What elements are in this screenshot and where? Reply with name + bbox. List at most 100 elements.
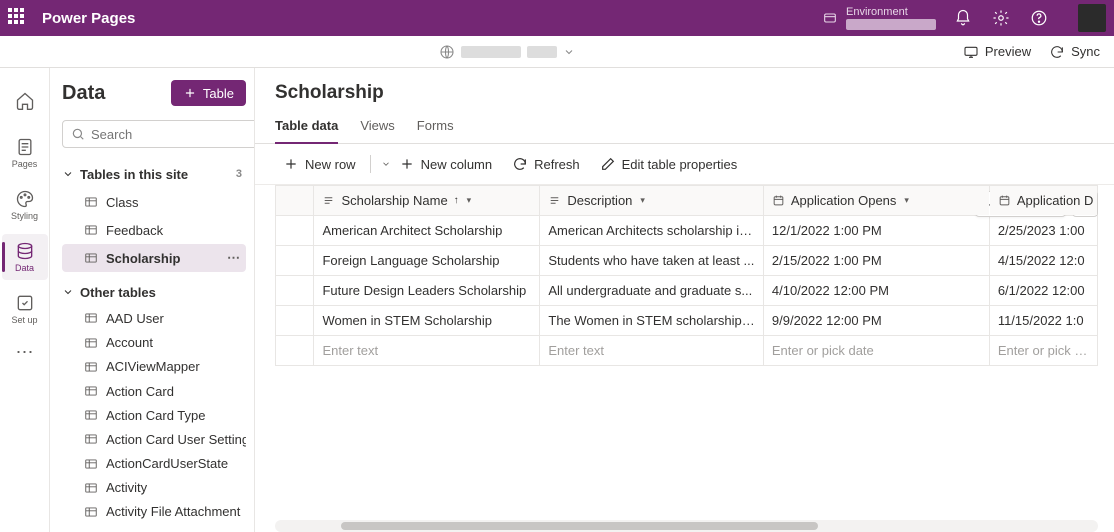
table-row[interactable]: American Architect ScholarshipAmerican A… — [276, 216, 1098, 246]
rail-pages[interactable]: Pages — [2, 130, 48, 176]
rail-styling[interactable]: Styling — [2, 182, 48, 228]
select-all-header[interactable] — [276, 186, 314, 216]
group-other-tables[interactable]: Other tables — [62, 280, 246, 304]
table-icon — [84, 408, 98, 422]
new-row-button[interactable]: New row — [275, 152, 364, 176]
table-item[interactable]: ACIViewMapper — [62, 355, 246, 379]
table-item-feedback[interactable]: Feedback — [62, 216, 246, 244]
col-header-name[interactable]: Scholarship Name ↑ ▾ — [314, 186, 540, 216]
col-header-deadline[interactable]: Application D — [989, 186, 1097, 216]
row-select-cell[interactable] — [276, 246, 314, 276]
scrollbar-thumb[interactable] — [341, 522, 818, 530]
table-icon — [84, 251, 98, 265]
chevron-down-icon[interactable]: ▾ — [467, 195, 472, 206]
cell-name[interactable]: American Architect Scholarship — [314, 216, 540, 246]
cell-opens[interactable]: 4/10/2022 12:00 PM — [763, 276, 989, 306]
group-this-site[interactable]: Tables in this site 3 — [62, 162, 246, 186]
row-select-cell[interactable] — [276, 276, 314, 306]
cell-deadline[interactable]: 2/25/2023 1:00 — [989, 216, 1097, 246]
cell-opens[interactable]: 9/9/2022 12:00 PM — [763, 306, 989, 336]
table-item[interactable]: Action Card Type — [62, 403, 246, 427]
settings-icon[interactable] — [992, 9, 1010, 27]
left-nav-rail: Pages Styling Data Set up ⋯ — [0, 68, 50, 532]
table-item-label: AAD User — [106, 311, 164, 326]
cell-deadline-placeholder[interactable]: Enter or pick dat — [989, 336, 1097, 366]
rail-pages-label: Pages — [12, 159, 38, 169]
edit-properties-button[interactable]: Edit table properties — [592, 152, 746, 176]
table-item-label: ACIViewMapper — [106, 359, 200, 374]
table-item-label: Account — [106, 335, 153, 350]
cell-deadline[interactable]: 4/15/2022 12:0 — [989, 246, 1097, 276]
page-title: Scholarship — [255, 68, 1114, 110]
table-icon — [84, 336, 98, 350]
sort-asc-icon: ↑ — [454, 195, 459, 206]
new-column-button[interactable]: New column — [391, 152, 501, 176]
cell-deadline[interactable]: 6/1/2022 12:00 — [989, 276, 1097, 306]
refresh-button[interactable]: Refresh — [504, 152, 588, 176]
table-row[interactable]: Women in STEM ScholarshipThe Women in ST… — [276, 306, 1098, 336]
help-icon[interactable] — [1030, 9, 1048, 27]
search-input-wrap[interactable] — [62, 120, 255, 148]
rail-setup-label: Set up — [11, 315, 37, 325]
col-header-description[interactable]: Description ▾ — [540, 186, 764, 216]
cell-description[interactable]: All undergraduate and graduate s... — [540, 276, 764, 306]
rail-setup[interactable]: Set up — [2, 286, 48, 332]
user-avatar[interactable] — [1078, 4, 1106, 32]
table-item-label: Class — [106, 195, 139, 210]
table-row[interactable]: Foreign Language ScholarshipStudents who… — [276, 246, 1098, 276]
chevron-down-icon[interactable]: ▾ — [904, 195, 909, 206]
table-item[interactable]: Account — [62, 331, 246, 355]
environment-picker[interactable]: Environment — [822, 6, 936, 29]
table-row[interactable]: Future Design Leaders ScholarshipAll und… — [276, 276, 1098, 306]
table-item[interactable]: Action Card User Settings — [62, 427, 246, 451]
cell-description-placeholder[interactable]: Enter text — [540, 336, 764, 366]
new-row[interactable]: Enter textEnter textEnter or pick dateEn… — [276, 336, 1098, 366]
table-icon — [84, 505, 98, 519]
data-side-panel: Data Table Tables in this site 3 Class — [50, 68, 255, 532]
table-item[interactable]: ActionCardUserState — [62, 452, 246, 476]
table-item-scholarship[interactable]: Scholarship ⋯ — [62, 244, 246, 272]
rail-data[interactable]: Data — [2, 234, 48, 280]
search-input[interactable] — [91, 127, 255, 142]
cell-description[interactable]: American Architects scholarship is... — [540, 216, 764, 246]
cell-name[interactable]: Women in STEM Scholarship — [314, 306, 540, 336]
preview-button[interactable]: Preview — [963, 44, 1031, 60]
text-type-icon — [322, 194, 335, 207]
table-item[interactable]: AAD User — [62, 306, 246, 330]
tab-views[interactable]: Views — [360, 110, 394, 143]
data-grid: Scholarship Name ↑ ▾ Description ▾ — [275, 185, 1098, 366]
table-item-more-icon[interactable]: ⋯ — [227, 250, 240, 266]
site-url-picker[interactable] — [52, 44, 963, 60]
cell-opens-placeholder[interactable]: Enter or pick date — [763, 336, 989, 366]
chevron-down-icon[interactable]: ▾ — [640, 195, 645, 206]
table-item[interactable]: Action Card — [62, 379, 246, 403]
new-table-button[interactable]: Table — [171, 80, 246, 106]
chevron-down-icon — [62, 286, 74, 298]
cell-description[interactable]: Students who have taken at least ... — [540, 246, 764, 276]
new-row-split-chevron[interactable] — [377, 155, 387, 173]
row-select-cell[interactable] — [276, 216, 314, 246]
cell-opens[interactable]: 12/1/2022 1:00 PM — [763, 216, 989, 246]
rail-home[interactable] — [2, 78, 48, 124]
app-launcher-icon[interactable] — [8, 8, 28, 28]
horizontal-scrollbar[interactable] — [275, 520, 1098, 532]
notification-icon[interactable] — [954, 9, 972, 27]
tab-forms[interactable]: Forms — [417, 110, 454, 143]
cell-description[interactable]: The Women in STEM scholarship i... — [540, 306, 764, 336]
table-item[interactable]: Activity — [62, 476, 246, 500]
tab-table-data[interactable]: Table data — [275, 110, 338, 143]
sync-button[interactable]: Sync — [1049, 44, 1100, 60]
styling-icon — [15, 189, 35, 209]
cell-name[interactable]: Foreign Language Scholarship — [314, 246, 540, 276]
table-item-label: Activity — [106, 480, 147, 495]
table-item[interactable]: Activity File Attachment — [62, 500, 246, 524]
cell-name-placeholder[interactable]: Enter text — [314, 336, 540, 366]
table-item-class[interactable]: Class — [62, 188, 246, 216]
cell-opens[interactable]: 2/15/2022 1:00 PM — [763, 246, 989, 276]
col-header-opens[interactable]: Application Opens ▾ — [763, 186, 989, 216]
row-select-cell[interactable] — [276, 336, 314, 366]
row-select-cell[interactable] — [276, 306, 314, 336]
cell-deadline[interactable]: 11/15/2022 1:0 — [989, 306, 1097, 336]
cell-name[interactable]: Future Design Leaders Scholarship — [314, 276, 540, 306]
rail-more[interactable]: ⋯ — [16, 342, 34, 363]
